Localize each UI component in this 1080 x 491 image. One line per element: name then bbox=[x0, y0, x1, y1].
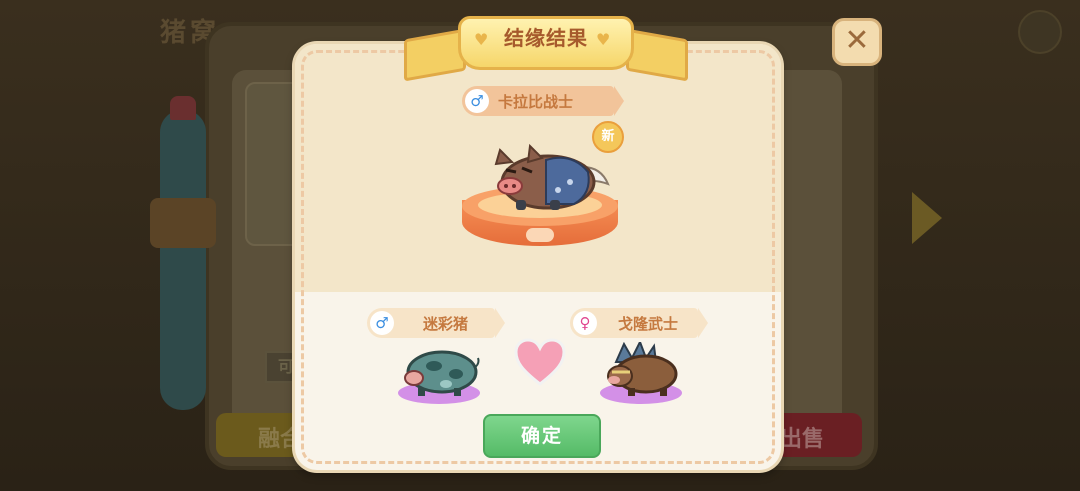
close-button[interactable]: ✕ bbox=[832, 18, 882, 66]
parent-right-name: 戈隆武士 bbox=[618, 315, 679, 333]
parent-left-name: 迷彩猪 bbox=[423, 315, 469, 333]
next-arrow-icon bbox=[912, 192, 942, 244]
ribbon-tail-left bbox=[404, 28, 466, 82]
ribbon-tail-right bbox=[626, 28, 688, 82]
tag-tail bbox=[614, 86, 624, 116]
confirm-button[interactable]: 确定 bbox=[483, 414, 601, 458]
back-icon bbox=[1018, 10, 1062, 54]
background-sell-button: 出售 bbox=[770, 413, 862, 457]
parent-right-pig-image bbox=[607, 342, 678, 396]
heart-icon bbox=[514, 338, 566, 386]
close-icon: ✕ bbox=[844, 23, 870, 58]
female-gender-icon: ♀ bbox=[573, 311, 597, 335]
title-ribbon: ♥ ♥ 结缘结果 bbox=[398, 10, 688, 82]
result-pig-name: 卡拉比战士 bbox=[498, 93, 574, 111]
tag-tail bbox=[495, 308, 505, 338]
pedestal-snout-icon bbox=[526, 228, 554, 242]
tag-tail bbox=[698, 308, 708, 338]
pen-decoration bbox=[160, 110, 206, 410]
parent-left-tag: ♂ 迷彩猪 bbox=[367, 308, 505, 338]
parent-right-tag: ♀ 戈隆武士 bbox=[570, 308, 708, 338]
pen-cap-decoration bbox=[170, 96, 196, 120]
parent-left-pig-image bbox=[404, 350, 480, 396]
male-gender-icon: ♂ bbox=[465, 89, 489, 113]
result-pig-image bbox=[494, 143, 610, 210]
result-name-tag: ♂ 卡拉比战士 bbox=[462, 86, 624, 116]
pen-band-decoration bbox=[150, 198, 216, 248]
background-sell-label: 出售 bbox=[780, 427, 825, 452]
dialog-title: 结缘结果 bbox=[504, 26, 588, 50]
male-gender-icon: ♂ bbox=[370, 311, 394, 335]
